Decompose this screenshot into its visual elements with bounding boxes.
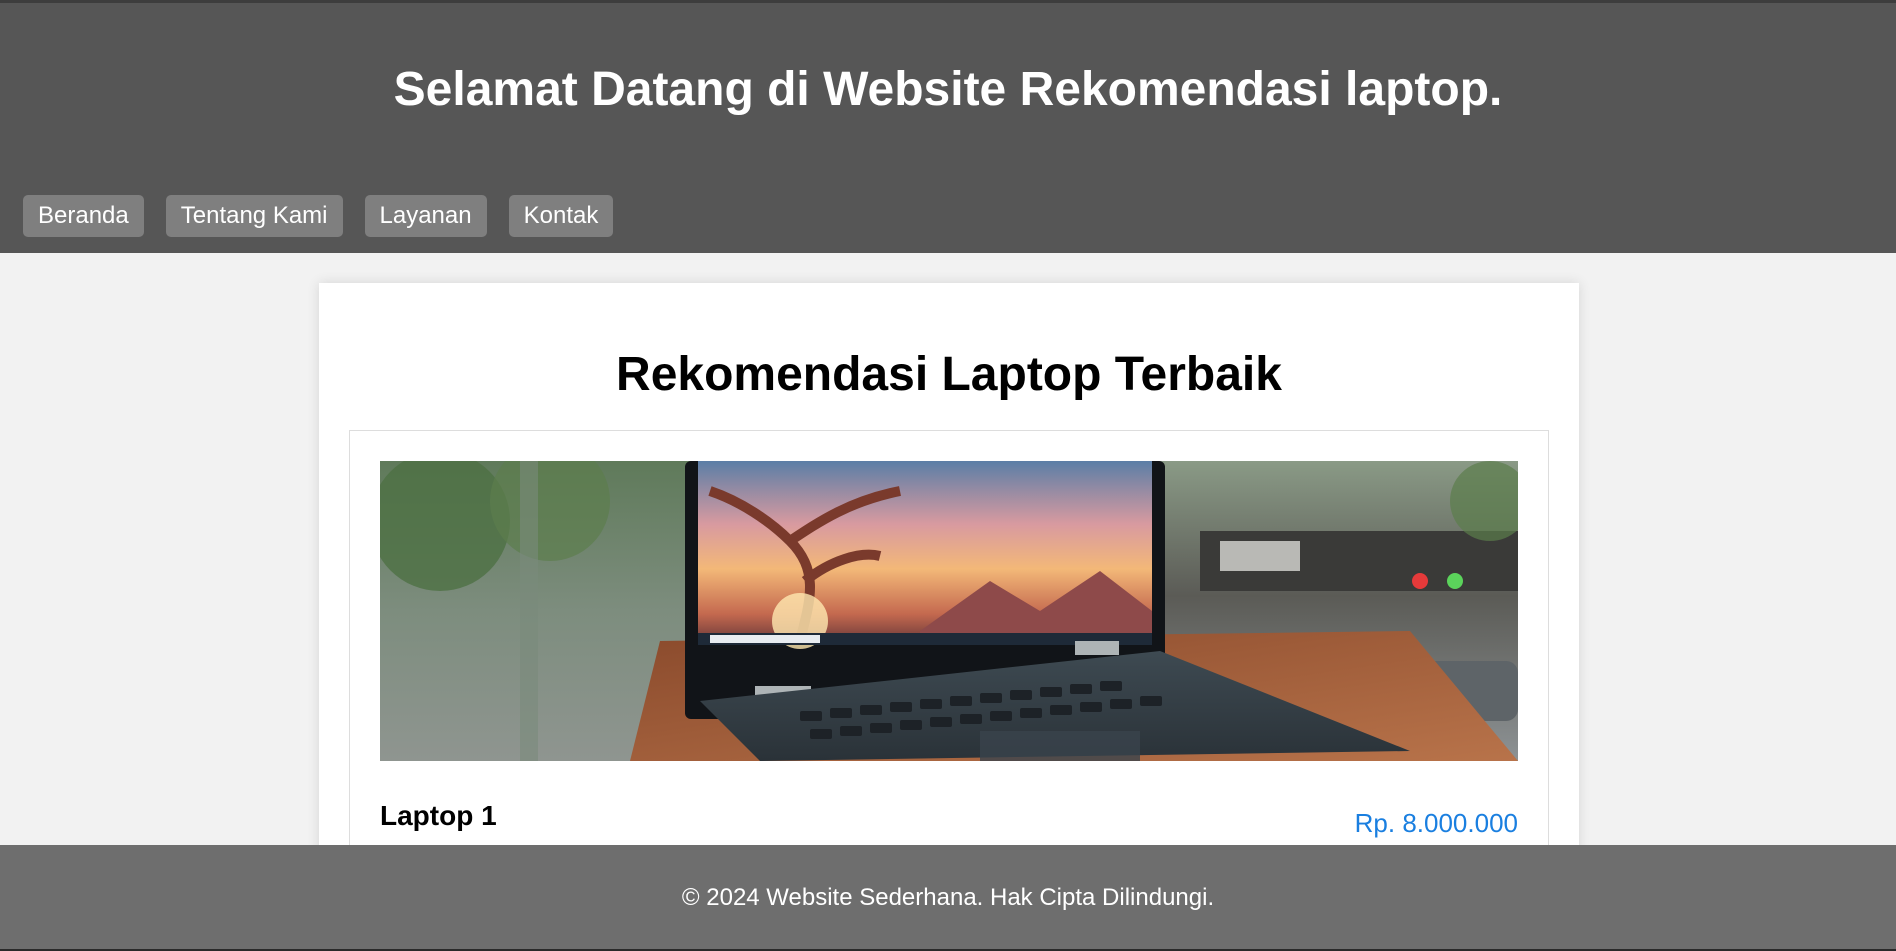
main-nav: Beranda Tentang Kami Layanan Kontak xyxy=(23,195,614,237)
footer-copyright: © 2024 Website Sederhana. Hak Cipta Dili… xyxy=(681,884,1215,911)
product-price: Rp. 8.000.000 xyxy=(1354,808,1518,838)
section-heading: Rekomendasi Laptop Terbaik xyxy=(616,348,1282,401)
top-border xyxy=(0,0,1896,3)
product-image[interactable] xyxy=(380,461,1518,761)
page: Selamat Datang di Website Rekomendasi la… xyxy=(0,0,1896,951)
product-name: Laptop 1 xyxy=(380,800,497,831)
site-footer: © 2024 Website Sederhana. Hak Cipta Dili… xyxy=(0,845,1896,951)
nav-item-tentang-kami[interactable]: Tentang Kami xyxy=(165,195,343,237)
nav-item-layanan[interactable]: Layanan xyxy=(364,195,487,237)
site-header: Selamat Datang di Website Rekomendasi la… xyxy=(0,0,1896,253)
laptop-photo xyxy=(380,461,1518,761)
page-title: Selamat Datang di Website Rekomendasi la… xyxy=(393,63,1503,116)
nav-item-kontak[interactable]: Kontak xyxy=(508,195,614,237)
nav-item-beranda[interactable]: Beranda xyxy=(23,195,144,237)
